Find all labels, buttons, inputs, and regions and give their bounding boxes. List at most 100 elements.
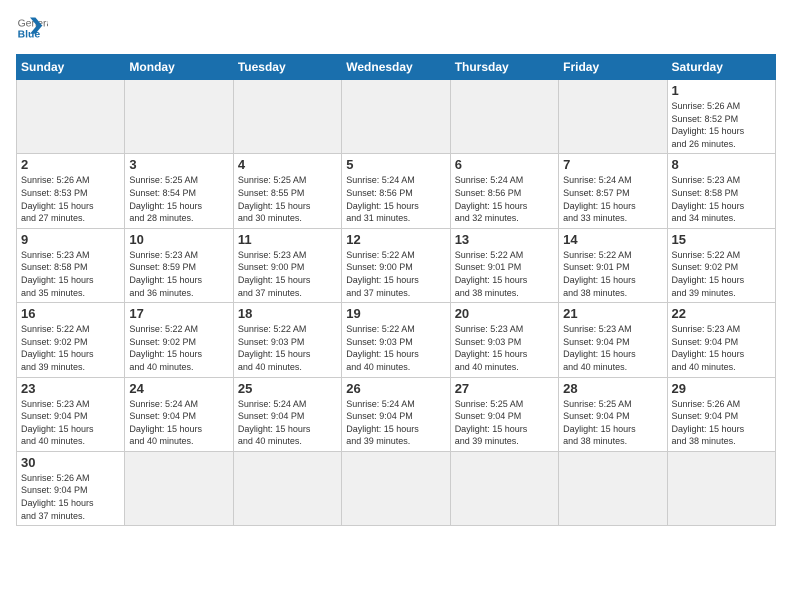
- weekday-tuesday: Tuesday: [233, 55, 341, 80]
- calendar-cell: 24 Sunrise: 5:24 AM Sunset: 9:04 PM Dayli…: [125, 377, 233, 451]
- day-info: Sunrise: 5:22 AM Sunset: 9:02 PM Dayligh…: [129, 323, 228, 373]
- calendar-cell: [342, 80, 450, 154]
- header: General Blue: [16, 12, 776, 44]
- day-number: 30: [21, 455, 120, 470]
- logo: General Blue: [16, 12, 52, 44]
- day-info: Sunrise: 5:22 AM Sunset: 9:02 PM Dayligh…: [21, 323, 120, 373]
- day-number: 11: [238, 232, 337, 247]
- day-info: Sunrise: 5:22 AM Sunset: 9:00 PM Dayligh…: [346, 249, 445, 299]
- day-info: Sunrise: 5:25 AM Sunset: 8:55 PM Dayligh…: [238, 174, 337, 224]
- calendar-cell: 19 Sunrise: 5:22 AM Sunset: 9:03 PM Dayli…: [342, 303, 450, 377]
- day-info: Sunrise: 5:22 AM Sunset: 9:01 PM Dayligh…: [563, 249, 662, 299]
- day-info: Sunrise: 5:26 AM Sunset: 8:53 PM Dayligh…: [21, 174, 120, 224]
- day-number: 5: [346, 157, 445, 172]
- calendar-cell: 15Sunrise: 5:22 AM Sunset: 9:02 PM Dayli…: [667, 228, 775, 302]
- day-number: 27: [455, 381, 554, 396]
- day-number: 18: [238, 306, 337, 321]
- calendar-cell: 5 Sunrise: 5:24 AM Sunset: 8:56 PM Daylig…: [342, 154, 450, 228]
- weekday-wednesday: Wednesday: [342, 55, 450, 80]
- day-number: 20: [455, 306, 554, 321]
- weekday-saturday: Saturday: [667, 55, 775, 80]
- day-info: Sunrise: 5:23 AM Sunset: 8:58 PM Dayligh…: [21, 249, 120, 299]
- day-number: 16: [21, 306, 120, 321]
- day-number: 7: [563, 157, 662, 172]
- calendar-cell: 21 Sunrise: 5:23 AM Sunset: 9:04 PM Dayli…: [559, 303, 667, 377]
- calendar-cell: 23Sunrise: 5:23 AM Sunset: 9:04 PM Dayli…: [17, 377, 125, 451]
- week-row-5: 23Sunrise: 5:23 AM Sunset: 9:04 PM Dayli…: [17, 377, 776, 451]
- day-number: 26: [346, 381, 445, 396]
- weekday-header-row: SundayMondayTuesdayWednesdayThursdayFrid…: [17, 55, 776, 80]
- calendar-cell: [450, 451, 558, 525]
- calendar-cell: [233, 451, 341, 525]
- day-info: Sunrise: 5:26 AM Sunset: 8:52 PM Dayligh…: [672, 100, 771, 150]
- day-info: Sunrise: 5:23 AM Sunset: 9:04 PM Dayligh…: [672, 323, 771, 373]
- day-info: Sunrise: 5:22 AM Sunset: 9:03 PM Dayligh…: [346, 323, 445, 373]
- day-number: 24: [129, 381, 228, 396]
- day-number: 2: [21, 157, 120, 172]
- calendar-cell: 4Sunrise: 5:25 AM Sunset: 8:55 PM Daylig…: [233, 154, 341, 228]
- day-info: Sunrise: 5:24 AM Sunset: 8:57 PM Dayligh…: [563, 174, 662, 224]
- day-info: Sunrise: 5:22 AM Sunset: 9:03 PM Dayligh…: [238, 323, 337, 373]
- day-number: 10: [129, 232, 228, 247]
- calendar-cell: [559, 80, 667, 154]
- week-row-1: 1Sunrise: 5:26 AM Sunset: 8:52 PM Daylig…: [17, 80, 776, 154]
- day-number: 14: [563, 232, 662, 247]
- calendar-cell: 30 Sunrise: 5:26 AM Sunset: 9:04 PM Dayli…: [17, 451, 125, 525]
- day-info: Sunrise: 5:24 AM Sunset: 8:56 PM Dayligh…: [346, 174, 445, 224]
- weekday-sunday: Sunday: [17, 55, 125, 80]
- day-number: 29: [672, 381, 771, 396]
- day-number: 9: [21, 232, 120, 247]
- day-info: Sunrise: 5:23 AM Sunset: 8:58 PM Dayligh…: [672, 174, 771, 224]
- day-info: Sunrise: 5:25 AM Sunset: 8:54 PM Dayligh…: [129, 174, 228, 224]
- day-number: 21: [563, 306, 662, 321]
- day-info: Sunrise: 5:23 AM Sunset: 9:04 PM Dayligh…: [21, 398, 120, 448]
- day-number: 22: [672, 306, 771, 321]
- week-row-3: 9 Sunrise: 5:23 AM Sunset: 8:58 PM Daylig…: [17, 228, 776, 302]
- calendar-cell: [559, 451, 667, 525]
- calendar-cell: 29 Sunrise: 5:26 AM Sunset: 9:04 PM Dayli…: [667, 377, 775, 451]
- calendar-cell: 28Sunrise: 5:25 AM Sunset: 9:04 PM Dayli…: [559, 377, 667, 451]
- calendar-table: SundayMondayTuesdayWednesdayThursdayFrid…: [16, 54, 776, 526]
- day-info: Sunrise: 5:24 AM Sunset: 9:04 PM Dayligh…: [238, 398, 337, 448]
- calendar-cell: [450, 80, 558, 154]
- calendar-cell: 20Sunrise: 5:23 AM Sunset: 9:03 PM Dayli…: [450, 303, 558, 377]
- day-number: 19: [346, 306, 445, 321]
- calendar-cell: 26Sunrise: 5:24 AM Sunset: 9:04 PM Dayli…: [342, 377, 450, 451]
- calendar-cell: [125, 80, 233, 154]
- weekday-friday: Friday: [559, 55, 667, 80]
- calendar-cell: [125, 451, 233, 525]
- day-info: Sunrise: 5:23 AM Sunset: 9:04 PM Dayligh…: [563, 323, 662, 373]
- calendar-cell: 1Sunrise: 5:26 AM Sunset: 8:52 PM Daylig…: [667, 80, 775, 154]
- day-info: Sunrise: 5:26 AM Sunset: 9:04 PM Dayligh…: [672, 398, 771, 448]
- day-info: Sunrise: 5:25 AM Sunset: 9:04 PM Dayligh…: [455, 398, 554, 448]
- weekday-monday: Monday: [125, 55, 233, 80]
- day-number: 17: [129, 306, 228, 321]
- day-info: Sunrise: 5:24 AM Sunset: 9:04 PM Dayligh…: [129, 398, 228, 448]
- week-row-2: 2 Sunrise: 5:26 AM Sunset: 8:53 PM Daylig…: [17, 154, 776, 228]
- calendar-cell: 7 Sunrise: 5:24 AM Sunset: 8:57 PM Daylig…: [559, 154, 667, 228]
- calendar-cell: 8 Sunrise: 5:23 AM Sunset: 8:58 PM Daylig…: [667, 154, 775, 228]
- calendar-cell: 17 Sunrise: 5:22 AM Sunset: 9:02 PM Dayli…: [125, 303, 233, 377]
- day-info: Sunrise: 5:22 AM Sunset: 9:01 PM Dayligh…: [455, 249, 554, 299]
- calendar-cell: 10Sunrise: 5:23 AM Sunset: 8:59 PM Dayli…: [125, 228, 233, 302]
- calendar-cell: 2 Sunrise: 5:26 AM Sunset: 8:53 PM Daylig…: [17, 154, 125, 228]
- day-info: Sunrise: 5:25 AM Sunset: 9:04 PM Dayligh…: [563, 398, 662, 448]
- calendar-cell: 22 Sunrise: 5:23 AM Sunset: 9:04 PM Dayli…: [667, 303, 775, 377]
- day-info: Sunrise: 5:26 AM Sunset: 9:04 PM Dayligh…: [21, 472, 120, 522]
- calendar-cell: [667, 451, 775, 525]
- day-info: Sunrise: 5:24 AM Sunset: 8:56 PM Dayligh…: [455, 174, 554, 224]
- calendar-cell: 18 Sunrise: 5:22 AM Sunset: 9:03 PM Dayli…: [233, 303, 341, 377]
- day-number: 6: [455, 157, 554, 172]
- day-number: 12: [346, 232, 445, 247]
- calendar-cell: [342, 451, 450, 525]
- calendar-cell: 11Sunrise: 5:23 AM Sunset: 9:00 PM Dayli…: [233, 228, 341, 302]
- calendar-cell: 16 Sunrise: 5:22 AM Sunset: 9:02 PM Dayli…: [17, 303, 125, 377]
- calendar-cell: 3 Sunrise: 5:25 AM Sunset: 8:54 PM Daylig…: [125, 154, 233, 228]
- calendar-cell: 9 Sunrise: 5:23 AM Sunset: 8:58 PM Daylig…: [17, 228, 125, 302]
- day-number: 13: [455, 232, 554, 247]
- day-number: 8: [672, 157, 771, 172]
- week-row-6: 30 Sunrise: 5:26 AM Sunset: 9:04 PM Dayli…: [17, 451, 776, 525]
- calendar-cell: 12 Sunrise: 5:22 AM Sunset: 9:00 PM Dayli…: [342, 228, 450, 302]
- day-number: 3: [129, 157, 228, 172]
- calendar-cell: [17, 80, 125, 154]
